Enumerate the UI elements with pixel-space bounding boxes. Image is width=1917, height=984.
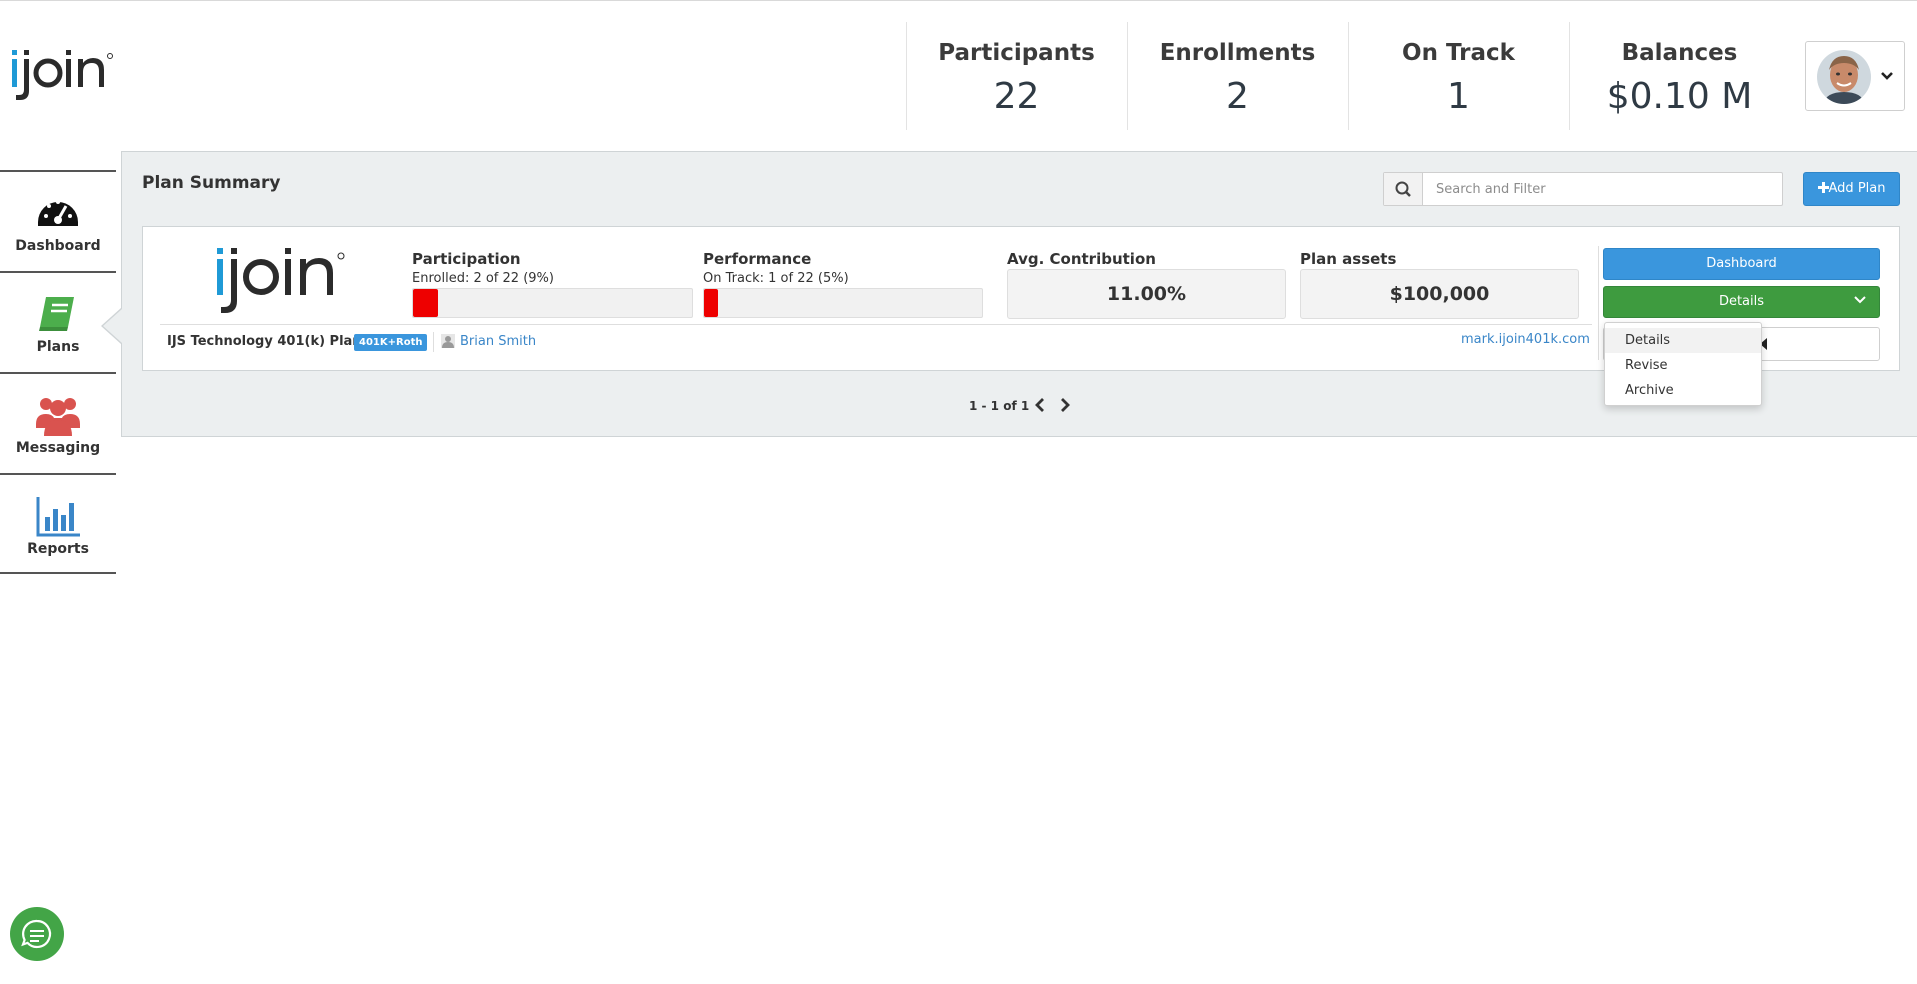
participation-progress-bar — [412, 288, 693, 318]
active-nav-pointer-fill — [103, 309, 122, 343]
card-divider — [160, 324, 1592, 325]
stat-label: Enrollments — [1159, 40, 1316, 66]
avg-contribution-value: 11.00% — [1007, 269, 1286, 319]
performance-progress-fill — [704, 289, 718, 317]
performance-subtitle: On Track: 1 of 22 (5%) — [703, 271, 849, 286]
participation-progress-fill — [413, 289, 439, 317]
card-vertical-divider — [1598, 246, 1599, 360]
plan-dashboard-button[interactable]: Dashboard — [1603, 248, 1880, 280]
details-button-label: Details — [1718, 294, 1765, 309]
plan-assets-value: $100,000 — [1300, 269, 1579, 319]
top-border — [0, 0, 1917, 1]
stat-value: 1 — [1447, 76, 1470, 117]
person-icon — [441, 334, 455, 348]
ijoin-logo[interactable] — [10, 44, 114, 106]
sidebar-item-reports[interactable]: Reports — [0, 473, 116, 574]
dropdown-item-details[interactable]: Details — [1605, 328, 1761, 353]
sidebar-item-label: Plans — [36, 339, 80, 355]
user-menu-button[interactable] — [1805, 41, 1905, 111]
plan-contact-link[interactable]: Brian Smith — [460, 334, 536, 349]
plan-name: IJS Technology 401(k) Plan — [167, 334, 362, 349]
plan-url-link[interactable]: mark.ijoin401k.com — [1461, 332, 1590, 347]
stat-participants: Participants 22 — [906, 22, 1126, 130]
sidebar-item-plans[interactable]: Plans — [0, 271, 116, 372]
speedometer-icon — [38, 200, 78, 226]
previous-page-icon[interactable] — [1033, 396, 1047, 414]
users-icon — [36, 398, 80, 436]
performance-title: Performance — [703, 250, 812, 268]
sidebar-item-label: Reports — [27, 541, 89, 557]
sidebar-item-label: Dashboard — [15, 238, 101, 254]
search-box — [1383, 172, 1783, 206]
chat-button[interactable] — [10, 907, 64, 961]
sidebar-item-dashboard[interactable]: Dashboard — [0, 170, 116, 271]
bar-chart-icon — [36, 497, 80, 537]
sidebar-item-label: Messaging — [15, 440, 101, 456]
chevron-down-icon — [1853, 287, 1867, 317]
stat-balances: Balances $0.10 M — [1569, 22, 1789, 130]
stat-value: 22 — [993, 76, 1040, 117]
participation-title: Participation — [412, 250, 521, 268]
next-page-icon[interactable] — [1058, 396, 1072, 414]
details-dropdown-button[interactable]: Details — [1603, 286, 1880, 318]
stat-label: Balances — [1621, 40, 1738, 66]
chevron-down-icon — [1880, 66, 1894, 85]
search-icon — [1395, 181, 1411, 197]
dropdown-item-revise[interactable]: Revise — [1605, 353, 1761, 378]
plan-type-badge: 401K+Roth — [354, 334, 428, 351]
avg-contribution-title: Avg. Contribution — [1007, 250, 1156, 268]
stat-value: 2 — [1226, 76, 1249, 117]
chat-icon — [21, 919, 52, 949]
dropdown-item-archive[interactable]: Archive — [1605, 378, 1761, 403]
book-icon — [39, 297, 74, 331]
sidebar-item-messaging[interactable]: Messaging — [0, 372, 116, 473]
participation-subtitle: Enrolled: 2 of 22 (9%) — [412, 271, 554, 286]
add-plan-label: Add Plan — [1828, 181, 1886, 196]
plan-assets-title: Plan assets — [1300, 250, 1397, 268]
stat-on-track: On Track 1 — [1348, 22, 1568, 130]
details-dropdown-menu: Details Revise Archive — [1604, 322, 1762, 406]
performance-progress-bar — [703, 288, 983, 318]
stat-enrollments: Enrollments 2 — [1127, 22, 1347, 130]
separator — [433, 332, 434, 352]
stat-label: On Track — [1402, 40, 1515, 66]
stat-value: $0.10 M — [1606, 76, 1753, 117]
page-title: Plan Summary — [142, 173, 281, 193]
search-button[interactable] — [1384, 173, 1423, 205]
add-plan-button[interactable]: Add Plan — [1803, 172, 1900, 206]
stat-label: Participants — [938, 40, 1095, 66]
pagination-text: 1 - 1 of 1 — [969, 399, 1030, 413]
search-input[interactable] — [1424, 173, 1782, 205]
sidebar: Dashboard Plans Messaging Reports — [0, 170, 116, 574]
plus-icon — [1817, 182, 1829, 193]
avatar — [1817, 50, 1871, 104]
plan-logo — [217, 248, 345, 313]
